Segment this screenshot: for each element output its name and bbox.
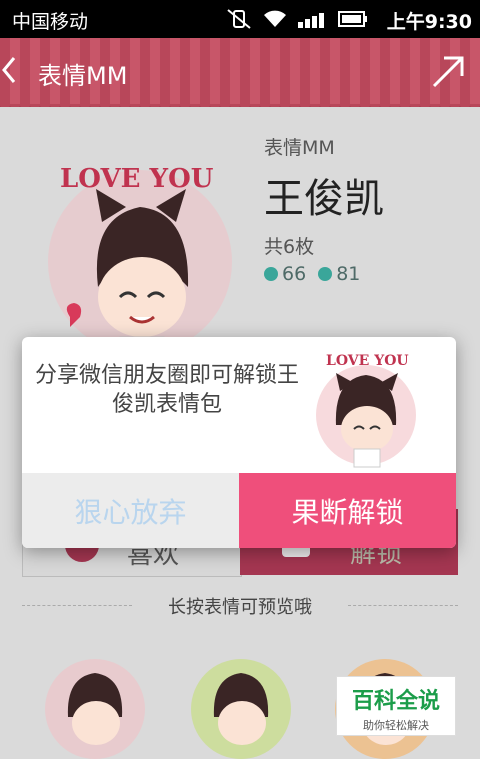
sticker-preview-image: LOVE YOU: [48, 164, 232, 367]
confirm-unlock-button[interactable]: 果断解锁: [239, 473, 456, 548]
dialog-message: 分享微信朋友圈即可解锁王俊凯表情包: [34, 363, 299, 417]
vibrate-off-icon: [227, 9, 251, 29]
signal-icon: [298, 13, 324, 28]
sticker-thumbnail[interactable]: [40, 647, 150, 759]
likes-count: 66: [282, 263, 307, 285]
dialog-sticker-caption: LOVE YOU: [326, 353, 409, 369]
pack-category: 表情MM: [264, 137, 335, 159]
watermark-logo: 百科全说 助你轻松解决: [336, 676, 456, 736]
preview-hint: 长按表情可预览哦: [0, 593, 480, 619]
status-icons: [226, 9, 368, 29]
dialog-sticker-image: LOVE YOU: [316, 353, 416, 468]
pack-name: 王俊凯: [264, 176, 384, 222]
carrier-label: 中国移动: [12, 11, 89, 33]
battery-icon: [338, 11, 367, 27]
back-chevron-icon[interactable]: [0, 54, 20, 86]
sticker-count: 共6枚: [264, 236, 315, 258]
status-bar: 中国移动 上午9:30: [0, 0, 480, 38]
download-icon: [318, 267, 333, 281]
pack-info: 表情MM 王俊凯 共6枚 66 81: [264, 133, 384, 285]
sticker-caption: LOVE YOU: [60, 164, 214, 194]
heart-icon: [264, 267, 278, 281]
share-arrow-icon[interactable]: [430, 54, 466, 90]
watermark-subtitle: 助你轻松解决: [363, 719, 429, 732]
sticker-thumbnail[interactable]: [186, 647, 296, 759]
header-title: 表情MM: [38, 62, 128, 90]
clock: 上午9:30: [386, 11, 472, 33]
downloads-count: 81: [336, 263, 361, 285]
wifi-icon: [264, 10, 286, 27]
unlock-dialog: 分享微信朋友圈即可解锁王俊凯表情包 LOVE YOU 狠心放弃 果断解锁: [22, 337, 456, 548]
app-header: 表情MM: [0, 38, 480, 113]
watermark-title: 百科全说: [351, 689, 440, 714]
pack-stats: 66 81: [264, 263, 384, 285]
cancel-button[interactable]: 狠心放弃: [22, 473, 239, 548]
